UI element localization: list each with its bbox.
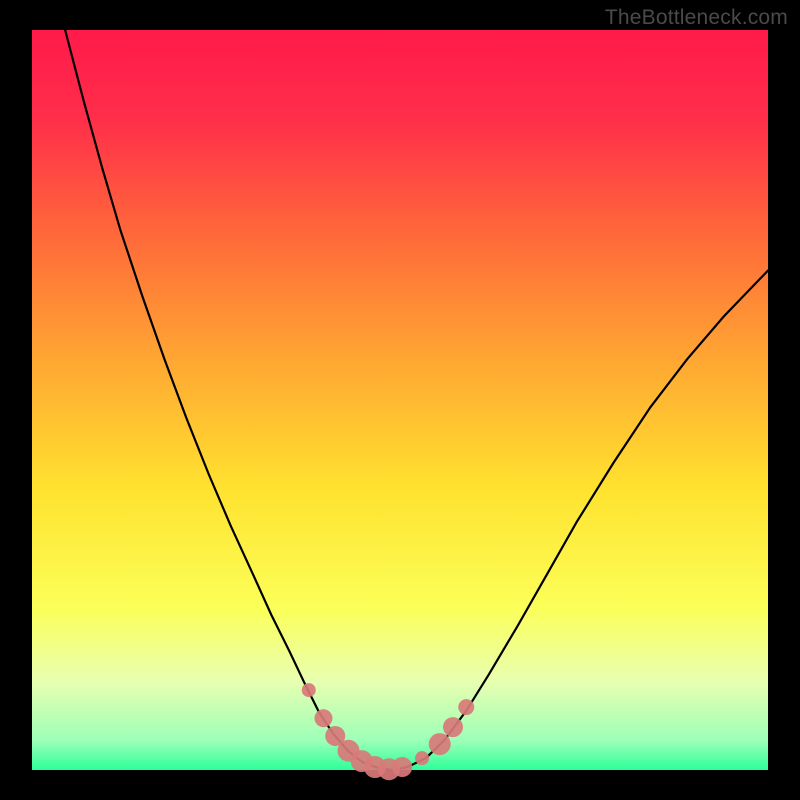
- marker-left-0: [302, 683, 316, 697]
- plot-background: [32, 30, 768, 770]
- marker-left-7: [392, 757, 412, 777]
- marker-right-2: [443, 717, 463, 737]
- marker-right-0: [415, 751, 429, 765]
- marker-right-1: [429, 733, 451, 755]
- marker-left-1: [314, 709, 332, 727]
- watermark-text: TheBottleneck.com: [605, 6, 788, 30]
- bottleneck-chart: [0, 0, 800, 800]
- marker-right-3: [458, 699, 474, 715]
- chart-container: TheBottleneck.com: [0, 0, 800, 800]
